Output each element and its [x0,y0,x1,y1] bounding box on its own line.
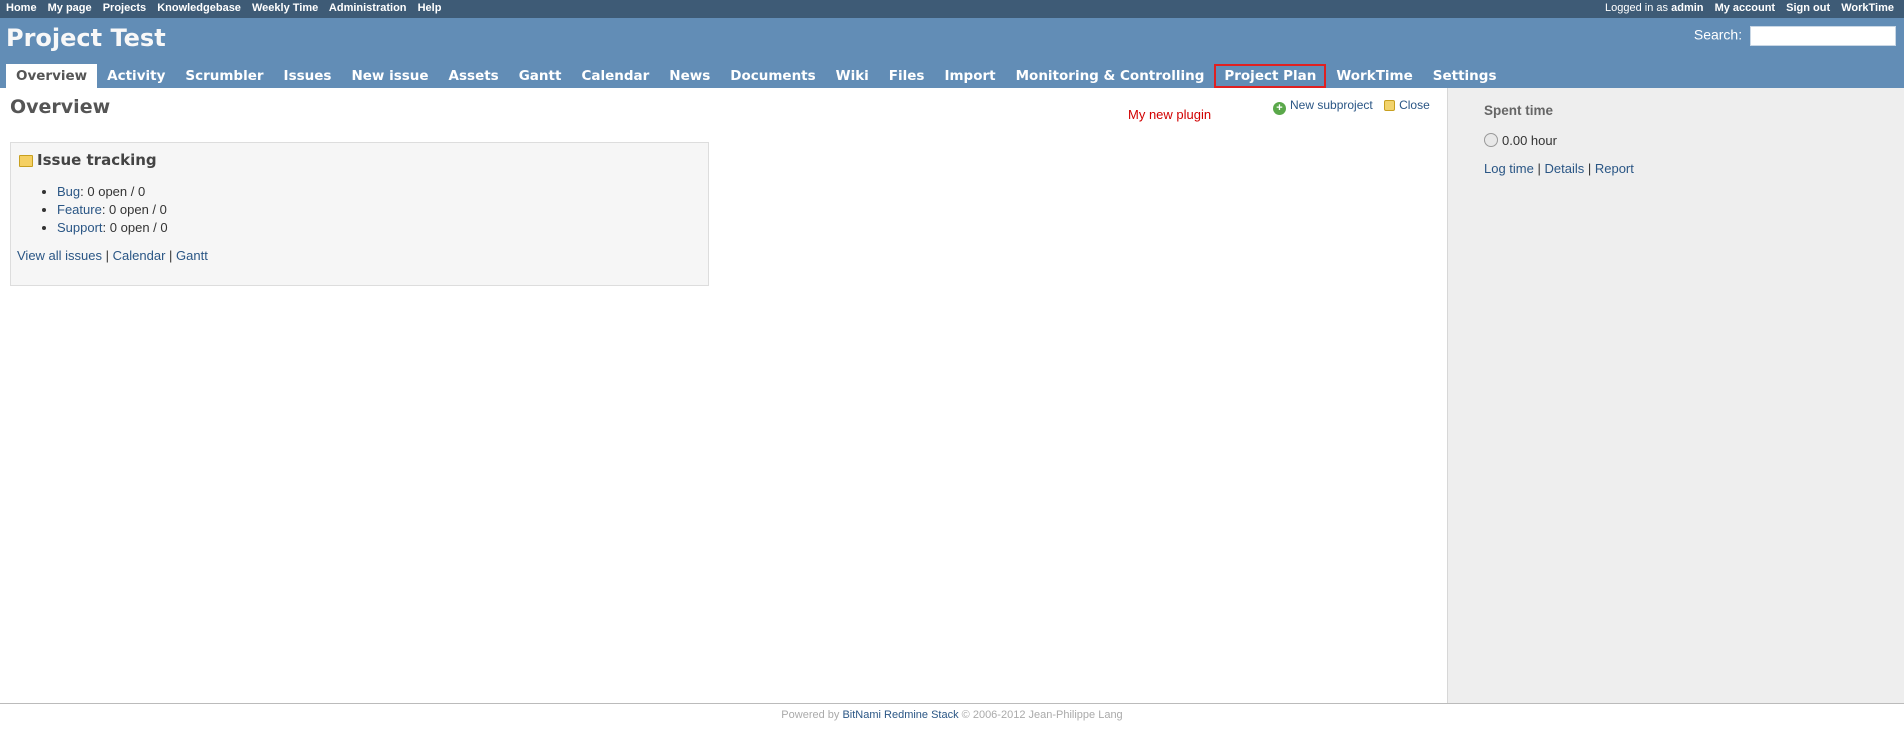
spent-time-value: 0.00 hour [1484,133,1557,148]
report-link[interactable]: Report [1595,161,1634,176]
tab-new-issue[interactable]: New issue [341,64,438,88]
plugin-note: My new plugin [1128,107,1212,122]
spent-time-links: Log time | Details | Report [1484,161,1634,176]
list-item: Feature: 0 open / 0 [57,201,168,219]
top-link-home[interactable]: Home [6,2,37,14]
top-link-my-page[interactable]: My page [48,2,92,14]
contextual-actions: + New subproject Close [1273,98,1430,115]
top-link-sign-out[interactable]: Sign out [1786,2,1830,14]
details-link[interactable]: Details [1544,161,1584,176]
tab-files[interactable]: Files [879,64,935,88]
logged-in-status: Logged in as admin [1597,2,1703,14]
issue-tracking-box: Issue tracking Bug: 0 open / 0 Feature: … [10,142,709,286]
list-item: Support: 0 open / 0 [57,219,168,237]
tab-project-plan[interactable]: Project Plan [1214,64,1327,88]
spent-time-title: Spent time [1484,103,1554,118]
tracker-list: Bug: 0 open / 0 Feature: 0 open / 0 Supp… [41,183,168,237]
logged-in-user[interactable]: admin [1671,2,1703,14]
gantt-link[interactable]: Gantt [176,248,208,263]
close-project-link[interactable]: Close [1399,98,1430,112]
footer-prefix: Powered by [781,709,840,721]
footer-link[interactable]: BitNami Redmine Stack [842,709,958,721]
tab-worktime[interactable]: WorkTime [1326,64,1422,88]
top-menu-left: Home My page Projects Knowledgebase Week… [6,2,449,14]
top-link-knowledgebase[interactable]: Knowledgebase [157,2,241,14]
new-subproject-link[interactable]: New subproject [1290,98,1373,112]
tab-scrumbler[interactable]: Scrumbler [175,64,273,88]
tab-wiki[interactable]: Wiki [826,64,879,88]
tab-overview[interactable]: Overview [6,64,98,88]
tracker-link-feature[interactable]: Feature [57,202,102,217]
tab-issues[interactable]: Issues [274,64,342,88]
tracker-status: 0 open / 0 [109,220,168,235]
search-label: Search: [1693,26,1743,43]
top-menu-right: Logged in as admin My account Sign out W… [1597,2,1894,14]
top-link-my-account[interactable]: My account [1715,2,1776,14]
issue-tracking-title: Issue tracking [37,151,157,169]
spent-hours: 0.00 hour [1502,133,1557,148]
top-link-worktime[interactable]: WorkTime [1841,2,1894,14]
main-menu: Overview Activity Scrumbler Issues New i… [6,64,1507,88]
page-title: Overview [10,96,111,118]
clock-icon [1484,133,1498,147]
tracker-link-support[interactable]: Support [57,220,103,235]
header: Project Test Search: Overview Activity S… [0,18,1904,88]
view-all-issues-link[interactable]: View all issues [17,248,102,263]
top-menu: Home My page Projects Knowledgebase Week… [0,0,1904,18]
footer: Powered by BitNami Redmine Stack © 2006-… [0,703,1904,730]
footer-suffix: © 2006-2012 Jean-Philippe Lang [961,709,1123,721]
search-input[interactable] [1750,26,1896,46]
folder-icon [19,155,33,167]
tab-calendar[interactable]: Calendar [571,64,659,88]
project-title: Project Test [6,24,166,52]
tracker-status: 0 open / 0 [109,202,167,217]
log-time-link[interactable]: Log time [1484,161,1534,176]
tracker-status: 0 open / 0 [87,184,146,199]
tab-settings[interactable]: Settings [1423,64,1507,88]
lock-icon [1384,100,1396,111]
main-content: Overview My new plugin + New subproject C… [0,88,1448,703]
logged-in-label: Logged in as [1605,2,1669,14]
tab-monitoring-controlling[interactable]: Monitoring & Controlling [1006,64,1215,88]
list-item: Bug: 0 open / 0 [57,183,168,201]
top-link-projects[interactable]: Projects [103,2,146,14]
top-link-weekly-time[interactable]: Weekly Time [252,2,318,14]
sidebar: Spent time 0.00 hour Log time | Details … [1448,88,1904,703]
tab-gantt[interactable]: Gantt [509,64,572,88]
tab-documents[interactable]: Documents [720,64,825,88]
tab-news[interactable]: News [659,64,720,88]
top-link-help[interactable]: Help [418,2,442,14]
tab-assets[interactable]: Assets [439,64,509,88]
calendar-link[interactable]: Calendar [113,248,166,263]
tab-activity[interactable]: Activity [97,64,175,88]
tracker-link-bug[interactable]: Bug [57,184,80,199]
quick-search: Search: [1694,26,1896,46]
tab-import[interactable]: Import [934,64,1005,88]
add-icon: + [1273,102,1286,115]
issue-links: View all issues | Calendar | Gantt [17,248,208,263]
top-link-administration[interactable]: Administration [329,2,407,14]
